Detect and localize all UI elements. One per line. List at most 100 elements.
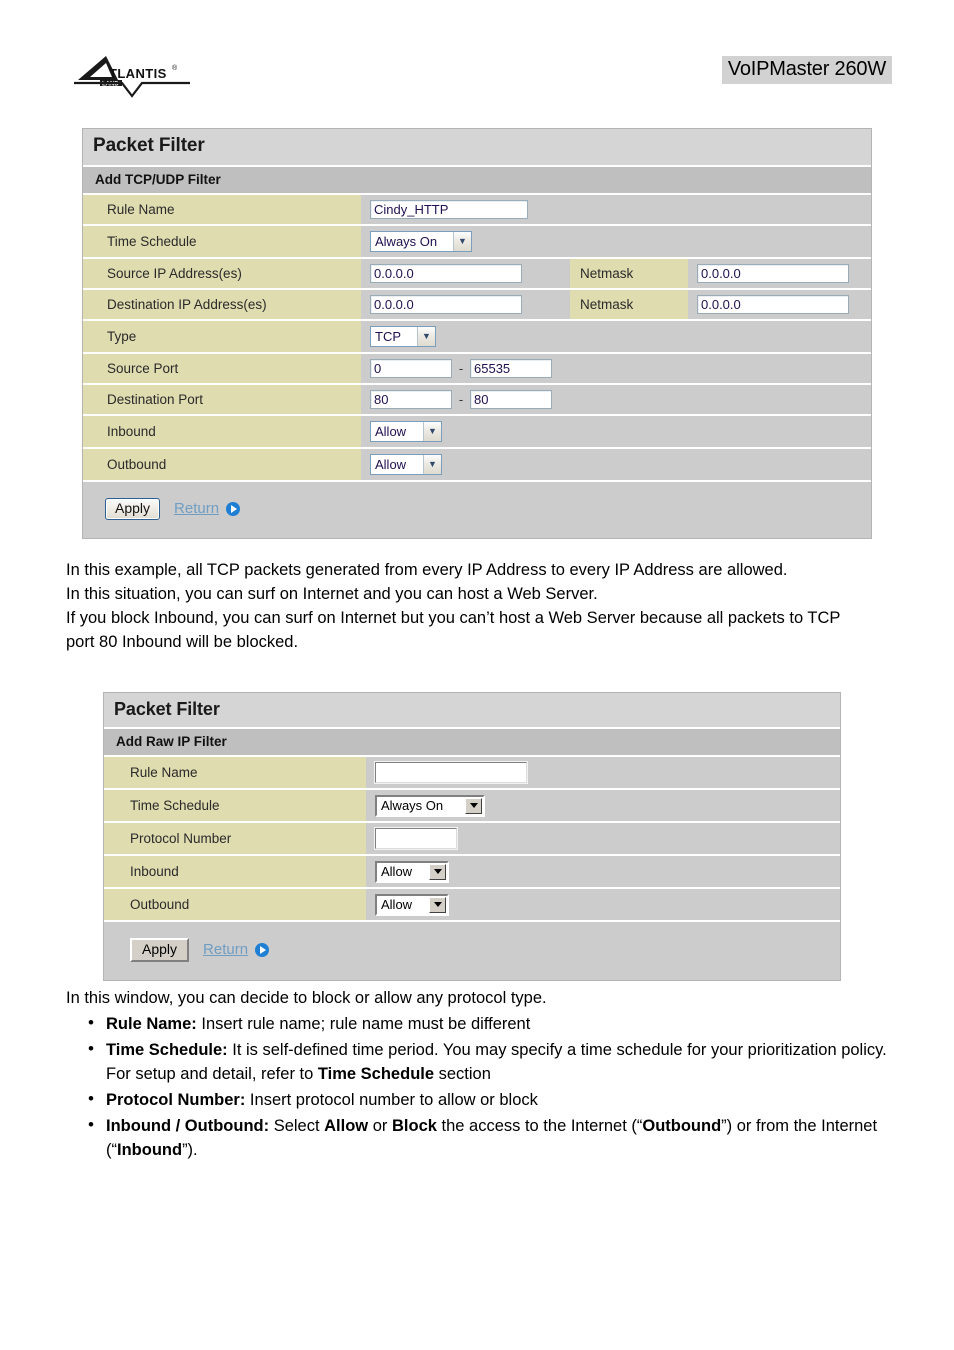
panel-title: Packet Filter: [83, 129, 871, 167]
source-port-from-input[interactable]: 0: [370, 359, 452, 378]
return-link-label: Return: [174, 500, 220, 518]
time-schedule-select[interactable]: Always On ▼: [370, 231, 472, 252]
chevron-down-icon: ▼: [453, 232, 471, 251]
return-link[interactable]: Return: [203, 941, 270, 958]
panel-title: Packet Filter: [104, 693, 840, 729]
source-netmask-input[interactable]: 0.0.0.0: [697, 264, 849, 283]
page-header: TLANTIS ® LAND VoIPMaster 260W: [0, 0, 954, 110]
packet-filter-panel-tcp-udp: Packet Filter Add TCP/UDP Filter Rule Na…: [82, 128, 872, 539]
time-schedule-selected-value: Always On: [375, 234, 438, 249]
row-type: Type TCP ▼: [83, 321, 871, 354]
outbound-select[interactable]: Allow ▼: [370, 454, 442, 475]
outbound-select[interactable]: Allow: [375, 893, 449, 916]
bullet-text: Select: [269, 1117, 325, 1135]
bullet-text: Insert rule name; rule name must be diff…: [196, 1015, 531, 1033]
source-port-label: Source Port: [83, 354, 361, 383]
arrow-right-circle-icon: [255, 942, 270, 957]
inbound-select[interactable]: Allow ▼: [370, 421, 442, 442]
svg-text:TLANTIS: TLANTIS: [109, 66, 167, 81]
protocol-number-input[interactable]: [374, 827, 458, 850]
panel-footer: Apply Return: [83, 482, 871, 538]
bullet-text: Insert protocol number to allow or block: [245, 1091, 538, 1109]
source-netmask-label: Netmask: [570, 259, 688, 288]
bullet-strong: Block: [391, 1117, 437, 1135]
explanation-paragraph-2: In this window, you can decide to block …: [66, 986, 896, 1162]
panel-subtitle: Add Raw IP Filter: [104, 729, 840, 757]
bullet-strong: Inbound: [117, 1141, 183, 1159]
row-inbound: Inbound Allow ▼: [83, 416, 871, 449]
field-description-list: Rule Name: Insert rule name; rule name m…: [66, 1011, 896, 1162]
outbound-selected-value: Allow: [375, 457, 407, 472]
destination-port-from-input[interactable]: 80: [370, 390, 452, 409]
list-item: Protocol Number: Insert protocol number …: [66, 1087, 896, 1112]
bullet-term: Inbound / Outbound:: [106, 1117, 270, 1135]
apply-button[interactable]: Apply: [130, 938, 190, 962]
svg-text:®: ®: [172, 64, 178, 72]
apply-button[interactable]: Apply: [105, 498, 161, 520]
chevron-down-icon: ▼: [417, 327, 435, 346]
chevron-down-icon: ▼: [423, 422, 441, 441]
row-rule-name: Rule Name Cindy_HTTP: [83, 195, 871, 226]
panel-subtitle: Add TCP/UDP Filter: [83, 167, 871, 195]
row-outbound: Outbound Allow ▼: [83, 449, 871, 482]
destination-ip-label: Destination IP Address(es): [83, 290, 361, 319]
rule-name-label: Rule Name: [83, 195, 361, 224]
bullet-term: Protocol Number:: [106, 1091, 246, 1109]
return-link[interactable]: Return: [174, 500, 241, 518]
chevron-down-icon: ▼: [423, 455, 441, 474]
source-ip-input[interactable]: 0.0.0.0: [370, 264, 522, 283]
bullet-term: Time Schedule:: [106, 1041, 228, 1059]
bullet-strong: Time Schedule: [317, 1065, 435, 1083]
time-schedule-label: Time Schedule: [104, 790, 366, 821]
inbound-select[interactable]: Allow: [375, 860, 449, 883]
rule-name-input[interactable]: [374, 761, 528, 784]
rule-name-label: Rule Name: [104, 757, 366, 788]
para2-intro: In this window, you can decide to block …: [66, 989, 547, 1007]
port-range-separator: -: [458, 392, 464, 407]
row-time-schedule: Time Schedule Always On ▼: [83, 226, 871, 259]
bullet-text: or: [368, 1117, 392, 1135]
source-port-to-input[interactable]: 65535: [470, 359, 552, 378]
bullet-text: section: [434, 1065, 491, 1083]
inbound-selected-value: Allow: [375, 424, 407, 439]
bullet-term: Rule Name:: [106, 1015, 197, 1033]
row-destination-ip: Destination IP Address(es) 0.0.0.0 Netma…: [83, 290, 871, 321]
row-rule-name: Rule Name: [104, 757, 840, 790]
destination-port-to-input[interactable]: 80: [470, 390, 552, 409]
explanation-paragraph-1: In this example, all TCP packets generat…: [66, 558, 856, 654]
port-range-separator: -: [458, 361, 464, 376]
type-selected-value: TCP: [375, 329, 401, 344]
row-outbound: Outbound Allow: [104, 889, 840, 922]
outbound-label: Outbound: [104, 889, 366, 920]
source-ip-label: Source IP Address(es): [83, 259, 361, 288]
inbound-label: Inbound: [104, 856, 366, 887]
rule-name-input[interactable]: Cindy_HTTP: [370, 200, 528, 219]
type-select[interactable]: TCP ▼: [370, 326, 436, 347]
protocol-number-label: Protocol Number: [104, 823, 366, 854]
arrow-right-circle-icon: [226, 501, 241, 516]
para1-line2: In this situation, you can surf on Inter…: [66, 585, 598, 603]
bullet-text: the access to the Internet (“: [436, 1117, 643, 1135]
row-source-port: Source Port 0 - 65535: [83, 354, 871, 385]
outbound-selected-value: Allow: [381, 897, 413, 912]
bullet-strong: Allow: [324, 1117, 369, 1135]
atlantis-land-logo: TLANTIS ® LAND: [72, 50, 192, 98]
chevron-down-icon: [465, 797, 482, 814]
packet-filter-panel-raw-ip: Packet Filter Add Raw IP Filter Rule Nam…: [103, 692, 841, 981]
destination-port-label: Destination Port: [83, 385, 361, 414]
time-schedule-select[interactable]: Always On: [375, 794, 485, 817]
destination-ip-input[interactable]: 0.0.0.0: [370, 295, 522, 314]
row-time-schedule: Time Schedule Always On: [104, 790, 840, 823]
time-schedule-label: Time Schedule: [83, 226, 361, 257]
time-schedule-selected-value: Always On: [381, 798, 444, 813]
row-inbound: Inbound Allow: [104, 856, 840, 889]
document-title: VoIPMaster 260W: [721, 56, 892, 84]
list-item: Time Schedule: It is self-defined time p…: [66, 1037, 896, 1086]
bullet-text: ”).: [182, 1141, 198, 1159]
destination-netmask-input[interactable]: 0.0.0.0: [697, 295, 849, 314]
outbound-label: Outbound: [83, 449, 361, 480]
chevron-down-icon: [429, 896, 446, 913]
destination-netmask-label: Netmask: [570, 290, 688, 319]
row-protocol-number: Protocol Number: [104, 823, 840, 856]
inbound-label: Inbound: [83, 416, 361, 447]
